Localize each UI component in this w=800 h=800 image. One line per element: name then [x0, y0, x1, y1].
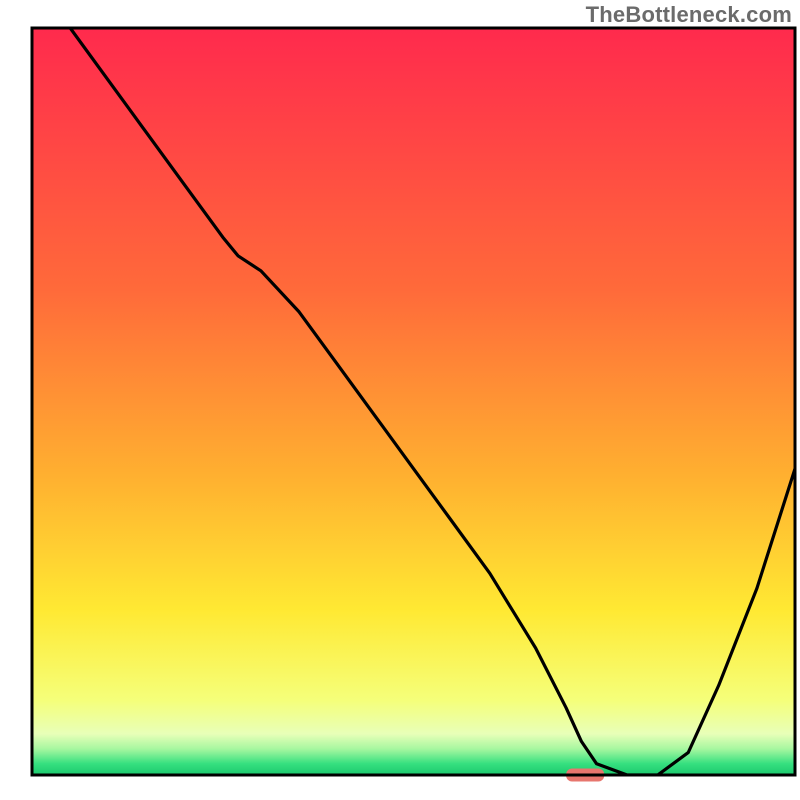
chart-container: TheBottleneck.com — [0, 0, 800, 800]
gradient-background — [32, 28, 795, 775]
watermark-text: TheBottleneck.com — [586, 2, 792, 28]
chart-svg — [0, 0, 800, 800]
